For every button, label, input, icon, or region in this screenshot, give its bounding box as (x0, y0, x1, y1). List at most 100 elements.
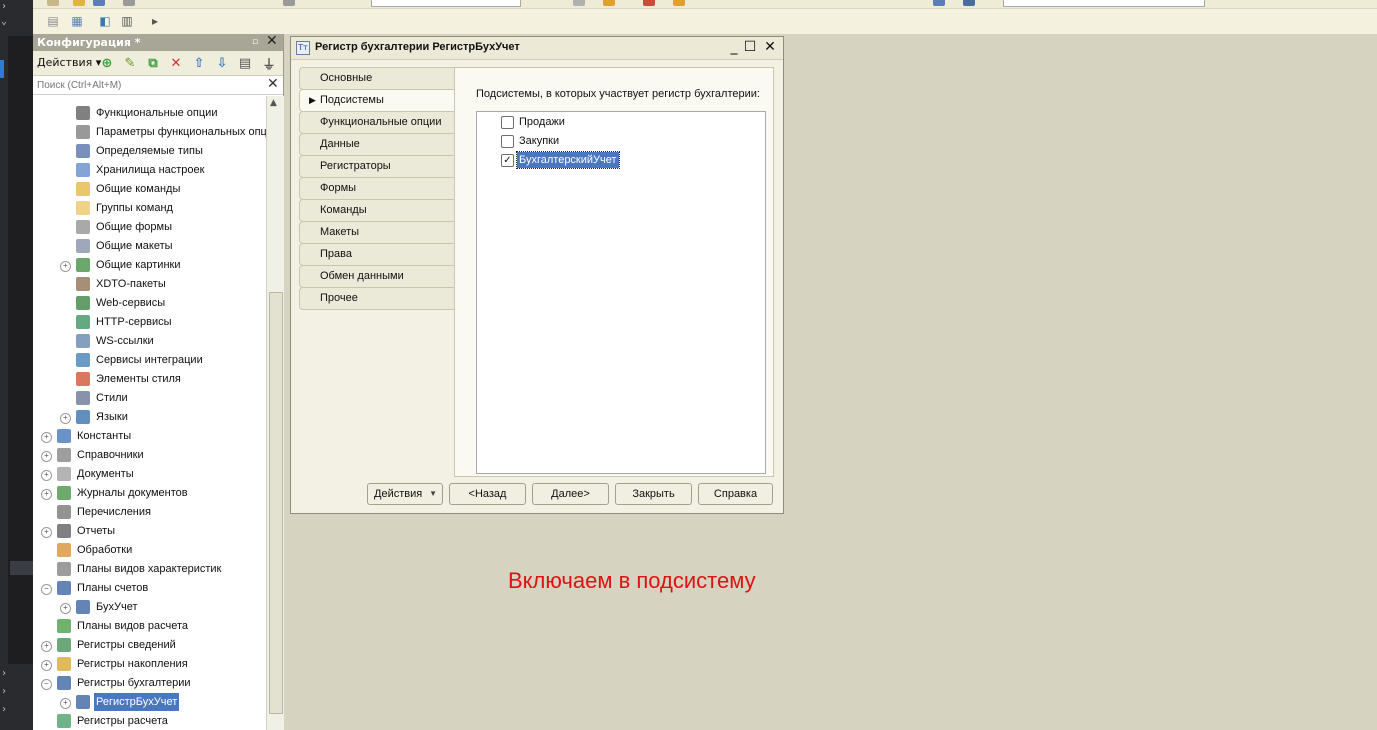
table-icon[interactable]: ▥ (119, 13, 135, 29)
expand-icon[interactable]: + (60, 603, 71, 614)
collapse-icon[interactable]: − (41, 679, 52, 690)
run-icon[interactable]: ▸ (147, 13, 163, 29)
dialog-tab[interactable]: ▶ Подсистемы (299, 89, 455, 112)
tree-item[interactable]: + Общие картинки (33, 256, 266, 274)
back-button[interactable]: <Назад (449, 483, 526, 505)
left-edge-chevron-icon[interactable]: › (1, 668, 7, 679)
toolbar-search-input[interactable] (371, 0, 521, 7)
expand-icon[interactable]: + (41, 432, 52, 443)
sort-icon[interactable]: ▤ (237, 55, 253, 71)
add-icon[interactable]: ⊕ (99, 55, 115, 71)
tree-item[interactable]: Группы команд (33, 199, 266, 217)
subsystem-checkbox[interactable] (501, 135, 514, 148)
configuration-search-input[interactable] (35, 78, 267, 93)
clear-search-icon[interactable]: ✕ (267, 76, 279, 92)
actions-menu-button[interactable]: Действия ▾ (37, 56, 101, 69)
scrollbar-thumb[interactable] (269, 292, 283, 714)
tree-item[interactable]: Web-сервисы (33, 294, 266, 312)
expand-icon[interactable]: + (60, 413, 71, 424)
database-icon[interactable]: ◧ (97, 13, 113, 29)
tree-item[interactable]: Общие формы (33, 218, 266, 236)
dialog-tab[interactable]: Макеты (299, 221, 455, 244)
scroll-up-icon[interactable]: ▲ (270, 98, 277, 108)
tree-item[interactable]: − Регистры бухгалтерии (33, 674, 266, 692)
next-button[interactable]: Далее> (532, 483, 609, 505)
tree-item[interactable]: + БухУчет (33, 598, 266, 616)
move-up-icon[interactable]: ⇧ (191, 55, 207, 71)
close-icon[interactable]: ✕ (763, 39, 777, 55)
help-button[interactable]: Справка (698, 483, 773, 505)
tree-item[interactable]: HTTP-сервисы (33, 313, 266, 331)
tree-item[interactable]: Стили (33, 389, 266, 407)
tree-item[interactable]: + Журналы документов (33, 484, 266, 502)
toolbar-icon[interactable] (123, 0, 135, 6)
actions-dropdown-button[interactable]: Действия ▼ (367, 483, 443, 505)
grid-icon[interactable]: ▦ (69, 13, 85, 29)
tree-item[interactable]: + Регистры накопления (33, 655, 266, 673)
dialog-tab[interactable]: Команды (299, 199, 455, 222)
toolbar-icon[interactable] (47, 0, 59, 6)
pin-icon[interactable]: ▫ (252, 34, 258, 51)
tree-item[interactable]: Общие макеты (33, 237, 266, 255)
expand-icon[interactable]: + (41, 641, 52, 652)
toolbar-icon[interactable] (643, 0, 655, 6)
left-edge-chevron-icon[interactable]: › (1, 704, 7, 715)
close-button[interactable]: Закрыть (615, 483, 692, 505)
tree-item[interactable]: + Языки (33, 408, 266, 426)
tree-item[interactable]: Общие команды (33, 180, 266, 198)
toolbar-combo-input[interactable] (1003, 0, 1205, 7)
expand-icon[interactable]: + (41, 470, 52, 481)
expand-icon[interactable]: + (41, 451, 52, 462)
tree-item[interactable]: Параметры функциональных опц (33, 123, 266, 141)
tree-item[interactable]: + Регистры сведений (33, 636, 266, 654)
dialog-tab[interactable]: Формы (299, 177, 455, 200)
tree-item[interactable]: Регистры расчета (33, 712, 266, 730)
tree-item[interactable]: Сервисы интеграции (33, 351, 266, 369)
tree-item[interactable]: Элементы стиля (33, 370, 266, 388)
tree-item[interactable]: + РегистрБухУчет (33, 693, 266, 711)
tree-item[interactable]: − Планы счетов (33, 579, 266, 597)
tree-item[interactable]: + Отчеты (33, 522, 266, 540)
tree-item[interactable]: Обработки (33, 541, 266, 559)
dialog-tab[interactable]: Прочее (299, 287, 455, 310)
tree-item[interactable]: + Документы (33, 465, 266, 483)
maximize-icon[interactable]: ☐ (743, 39, 757, 55)
toolbar-icon[interactable] (603, 0, 615, 6)
tree-item[interactable]: + Справочники (33, 446, 266, 464)
edit-icon[interactable]: ✎ (122, 55, 138, 71)
tree-item[interactable]: WS-ссылки (33, 332, 266, 350)
left-edge-chevron-icon[interactable]: › (1, 1, 7, 12)
subsystem-checkbox[interactable] (501, 116, 514, 129)
toolbar-icon[interactable] (573, 0, 585, 6)
tree-item[interactable]: Хранилища настроек (33, 161, 266, 179)
list-icon[interactable]: ▤ (45, 13, 61, 29)
tree-item[interactable]: + Константы (33, 427, 266, 445)
close-icon[interactable]: ✕ (266, 33, 278, 50)
copy-icon[interactable]: ⧉ (145, 55, 161, 71)
subsystem-checkbox[interactable]: ✓ (501, 154, 514, 167)
tree-scrollbar[interactable]: ▲ (266, 96, 284, 730)
left-edge-chevron-icon[interactable]: › (1, 686, 7, 697)
dialog-tab[interactable]: Права (299, 243, 455, 266)
folder-icon[interactable] (73, 0, 85, 6)
toolbar-icon[interactable] (673, 0, 685, 6)
dialog-tab[interactable]: Основные (299, 67, 455, 90)
dialog-tab[interactable]: Функциональные опции (299, 111, 455, 134)
toolbar-icon[interactable] (283, 0, 295, 6)
collapse-icon[interactable]: − (41, 584, 52, 595)
dialog-tab[interactable]: Обмен данными (299, 265, 455, 288)
move-down-icon[interactable]: ⇩ (214, 55, 230, 71)
tree-item[interactable]: Определяемые типы (33, 142, 266, 160)
expand-icon[interactable]: + (60, 261, 71, 272)
expand-icon[interactable]: + (41, 527, 52, 538)
tree-item[interactable]: Планы видов характеристик (33, 560, 266, 578)
dialog-tab[interactable]: Данные (299, 133, 455, 156)
dialog-tab[interactable]: Регистраторы (299, 155, 455, 178)
toolbar-icon[interactable] (933, 0, 945, 6)
left-edge-chevron-icon[interactable]: ⌄ (1, 16, 7, 27)
minimize-icon[interactable]: _ (727, 39, 741, 55)
tree-item[interactable]: XDTO-пакеты (33, 275, 266, 293)
filter-icon[interactable]: ⏚ (261, 55, 277, 73)
expand-icon[interactable]: + (60, 698, 71, 709)
delete-icon[interactable]: ✕ (168, 55, 184, 71)
